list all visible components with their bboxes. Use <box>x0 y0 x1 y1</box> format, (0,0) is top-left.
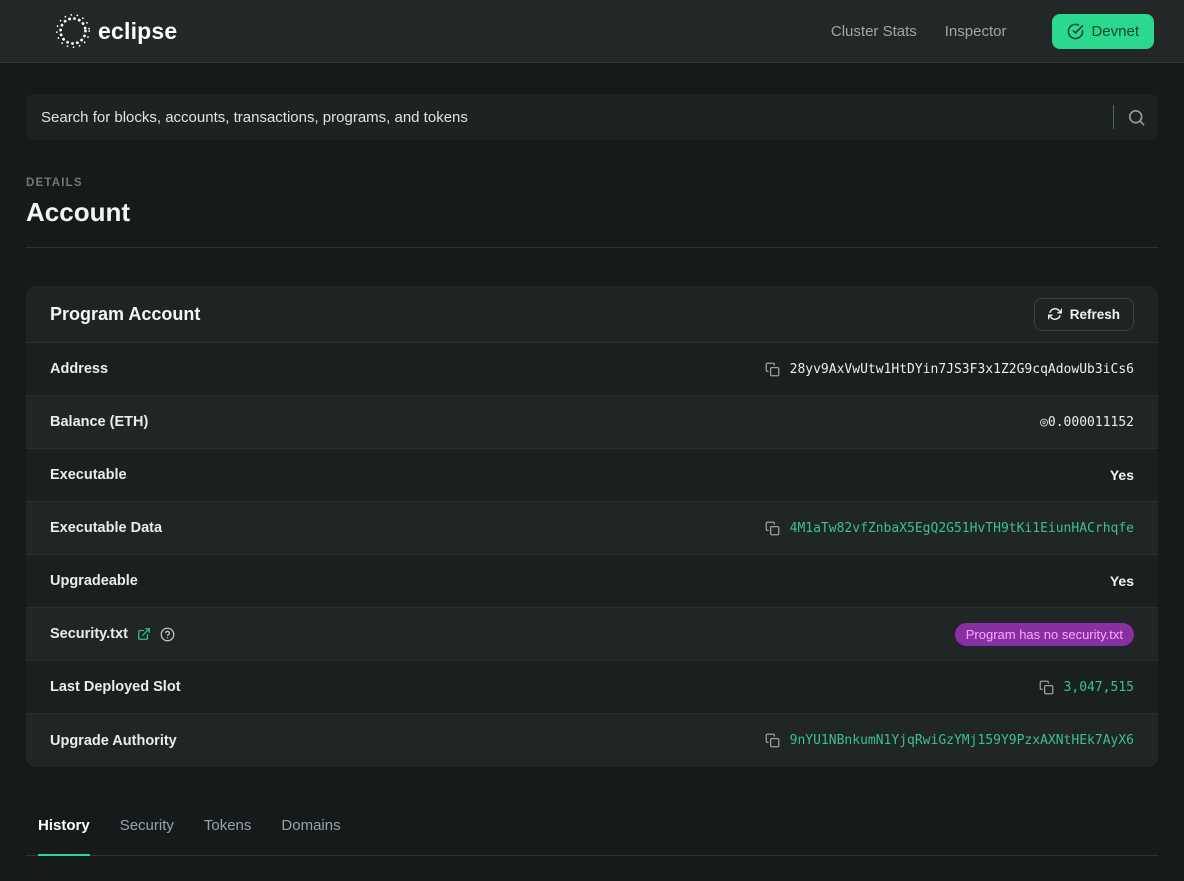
executable-value: Yes <box>1110 467 1134 483</box>
nav-link-inspector[interactable]: Inspector <box>945 23 1007 40</box>
brand-name: eclipse <box>98 18 177 45</box>
row-label: Last Deployed Slot <box>50 679 181 695</box>
executable-data-link[interactable]: 4M1aTw82vfZnbaX5EgQ2G51HvTH9tKi1EiunHACr… <box>790 521 1134 536</box>
card-header: Program Account Refresh <box>26 286 1158 343</box>
tab-security[interactable]: Security <box>120 811 174 855</box>
tab-domains[interactable]: Domains <box>281 811 340 855</box>
row-label: Executable Data <box>50 520 162 536</box>
upgrade-authority-link[interactable]: 9nYU1NBnkumN1YjqRwiGzYMj159Y9PzxAXNtHEk7… <box>790 733 1134 748</box>
details-eyebrow: DETAILS <box>26 177 1158 189</box>
check-circle-icon <box>1067 23 1084 40</box>
copy-icon[interactable] <box>1039 680 1054 695</box>
table-row-last-deployed-slot: Last Deployed Slot 3,047,515 <box>26 661 1158 714</box>
program-account-card: Program Account Refresh Address <box>26 286 1158 767</box>
table-row-executable: Executable Yes <box>26 449 1158 502</box>
header-divider <box>26 247 1158 248</box>
row-label: Security.txt <box>50 626 175 642</box>
row-label: Balance (ETH) <box>50 414 148 430</box>
help-circle-icon[interactable] <box>160 627 175 642</box>
balance-value: ◎0.000011152 <box>1040 415 1134 430</box>
search-divider <box>1113 105 1114 129</box>
last-deployed-slot-link[interactable]: 3,047,515 <box>1064 680 1134 695</box>
row-label: Executable <box>50 467 127 483</box>
external-link-icon[interactable] <box>137 627 151 641</box>
upgradeable-value: Yes <box>1110 573 1134 589</box>
brand[interactable]: eclipse <box>54 12 177 50</box>
table-row-security-txt: Security.txt Program <box>26 608 1158 661</box>
navbar: eclipse Cluster Stats Inspector Devnet <box>0 0 1184 63</box>
table-row-upgrade-authority: Upgrade Authority 9nYU1NBnkumN1YjqRwiGzY… <box>26 714 1158 767</box>
navbar-links: Cluster Stats Inspector Devnet <box>831 14 1154 49</box>
copy-icon[interactable] <box>765 733 780 748</box>
copy-icon[interactable] <box>765 362 780 377</box>
row-label: Upgrade Authority <box>50 733 177 749</box>
table-row-address: Address 28yv9AxVwUtw1HtDYin7JS3F3x1Z2G9c… <box>26 343 1158 396</box>
row-label: Address <box>50 361 108 377</box>
nav-link-cluster-stats[interactable]: Cluster Stats <box>831 23 917 40</box>
card-title: Program Account <box>50 304 200 325</box>
page-title: Account <box>26 197 1158 228</box>
security-txt-label: Security.txt <box>50 626 128 642</box>
search-icon[interactable] <box>1127 108 1146 127</box>
tab-tokens[interactable]: Tokens <box>204 811 252 855</box>
tab-history[interactable]: History <box>38 811 90 856</box>
table-row-executable-data: Executable Data 4M1aTw82vfZnbaX5EgQ2G51H… <box>26 502 1158 555</box>
security-status-badge: Program has no security.txt <box>955 623 1134 646</box>
row-label: Upgradeable <box>50 573 138 589</box>
network-selector-button[interactable]: Devnet <box>1052 14 1154 49</box>
search-input[interactable]: Search for blocks, accounts, transaction… <box>41 109 1113 126</box>
refresh-button[interactable]: Refresh <box>1034 298 1134 331</box>
network-name: Devnet <box>1091 23 1139 40</box>
copy-icon[interactable] <box>765 521 780 536</box>
account-tabs: History Security Tokens Domains <box>26 811 1158 856</box>
table-row-upgradeable: Upgradeable Yes <box>26 555 1158 608</box>
refresh-icon <box>1048 307 1062 321</box>
eclipse-logo-icon <box>54 12 92 50</box>
table-row-balance: Balance (ETH) ◎0.000011152 <box>26 396 1158 449</box>
search-bar[interactable]: Search for blocks, accounts, transaction… <box>26 94 1158 140</box>
address-value: 28yv9AxVwUtw1HtDYin7JS3F3x1Z2G9cqAdowUb3… <box>790 362 1134 377</box>
refresh-label: Refresh <box>1070 307 1120 322</box>
